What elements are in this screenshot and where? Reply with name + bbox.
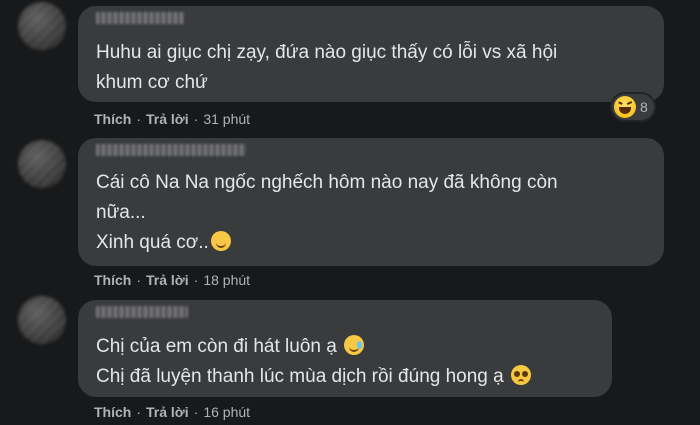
reaction-summary[interactable]: 8 xyxy=(612,94,654,120)
commenter-name-blurred[interactable] xyxy=(96,12,184,24)
reaction-count: 8 xyxy=(640,99,648,115)
comment-line: Chị của em còn đi hát luôn ạ xyxy=(96,332,594,362)
comment-timestamp[interactable]: 18 phút xyxy=(203,272,250,288)
comment-thread: Huhu ai giục chị zạy, đứa nào giục thấy … xyxy=(0,0,700,425)
like-link[interactable]: Thích xyxy=(94,404,131,420)
commenter-name-blurred[interactable] xyxy=(96,306,188,318)
haha-icon xyxy=(614,96,636,118)
commenter-avatar[interactable] xyxy=(18,140,66,188)
comment-line: Chị đã luyện thanh lúc mùa dịch rồi đúng… xyxy=(96,362,594,392)
commenter-name-blurred[interactable] xyxy=(96,144,246,156)
comment-timestamp[interactable]: 16 phút xyxy=(203,404,250,420)
comment-bubble: Cái cô Na Na ngốc nghếch hôm nào nay đã … xyxy=(78,138,664,266)
smiling-blush-emoji xyxy=(210,231,231,251)
comment-actions: Thích · Trả lời · 18 phút xyxy=(94,272,251,288)
reply-link[interactable]: Trả lời xyxy=(146,272,189,288)
pleading-face-emoji xyxy=(511,365,532,385)
comment-text: Cái cô Na Na ngốc nghếch hôm nào nay đã … xyxy=(96,172,558,253)
commenter-avatar[interactable] xyxy=(18,2,66,50)
reply-link[interactable]: Trả lời xyxy=(146,111,189,127)
like-link[interactable]: Thích xyxy=(94,272,131,288)
comment-actions: Thích · Trả lời · 31 phút xyxy=(94,111,251,127)
comment-timestamp[interactable]: 31 phút xyxy=(203,111,250,127)
smiling-tear-emoji xyxy=(344,335,365,355)
comment-actions: Thích · Trả lời · 16 phút xyxy=(94,404,251,420)
comment-bubble: Chị của em còn đi hát luôn ạ Chị đã luyệ… xyxy=(78,300,612,397)
commenter-avatar[interactable] xyxy=(18,296,66,344)
comment-text: Huhu ai giục chị zạy, đứa nào giục thấy … xyxy=(96,42,558,93)
like-link[interactable]: Thích xyxy=(94,111,131,127)
comment-bubble: Huhu ai giục chị zạy, đứa nào giục thấy … xyxy=(78,6,664,102)
reply-link[interactable]: Trả lời xyxy=(146,404,189,420)
